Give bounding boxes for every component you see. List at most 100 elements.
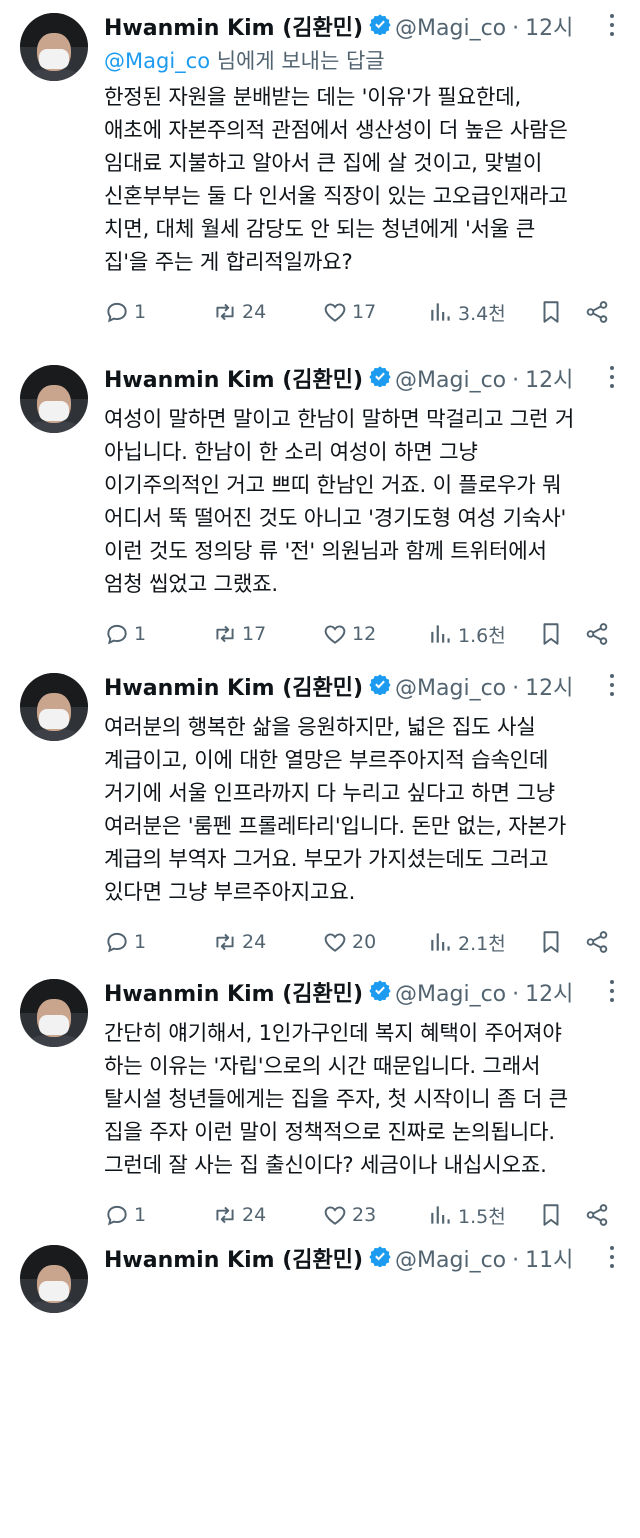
verified-badge-icon bbox=[369, 672, 391, 706]
author-name[interactable]: Hwanmin Kim (김환민) bbox=[104, 676, 363, 701]
bookmark-button[interactable] bbox=[538, 926, 564, 958]
tweet-text-line: 그런데 잘 사는 집 출신이다? 세금이나 내십시오죠. bbox=[104, 1152, 547, 1177]
retweet-button[interactable]: 24 bbox=[212, 296, 266, 328]
author-name[interactable]: Hwanmin Kim (김환민) bbox=[104, 982, 363, 1007]
views-button[interactable]: 3.4천 bbox=[428, 296, 506, 328]
retweet-button[interactable]: 24 bbox=[212, 1199, 266, 1231]
tweet-text-line: 여성이 말하면 말이고 한남이 말하면 막걸리고 그런 거 bbox=[104, 406, 575, 431]
bookmark-icon bbox=[543, 1204, 559, 1226]
avatar[interactable] bbox=[20, 979, 88, 1047]
verified-badge-icon bbox=[369, 674, 391, 696]
retweet-icon bbox=[216, 625, 234, 643]
views-button[interactable]: 2.1천 bbox=[428, 926, 506, 958]
heart-icon bbox=[324, 933, 346, 952]
reply-icon bbox=[107, 1205, 127, 1226]
tweet-text-line: 계급의 부역자 그거요. 부모가 가지셨는데도 그러고 bbox=[104, 846, 549, 871]
reply-button[interactable]: 1 bbox=[104, 926, 146, 958]
more-dot bbox=[610, 998, 614, 1002]
timestamp[interactable]: 12시 bbox=[525, 982, 573, 1007]
retweet-count: 24 bbox=[242, 1204, 267, 1226]
timestamp[interactable]: 12시 bbox=[525, 676, 573, 701]
like-button[interactable]: 23 bbox=[322, 1199, 376, 1231]
separator-dot: · bbox=[512, 368, 520, 393]
share-button[interactable] bbox=[584, 618, 610, 650]
reply-suffix: 님에게 보내는 답글 bbox=[210, 49, 385, 73]
share-button[interactable] bbox=[584, 926, 610, 958]
reply-context: @Magi_co 님에게 보내는 답글 bbox=[104, 46, 385, 76]
reply-mention-link[interactable]: @Magi_co bbox=[104, 49, 210, 73]
more-dot bbox=[610, 1246, 614, 1250]
reply-button[interactable]: 1 bbox=[104, 618, 146, 650]
bookmark-icon bbox=[543, 931, 559, 953]
verified-badge-icon bbox=[369, 366, 391, 388]
tweet-text-line: 한정된 자원을 분배받는 데는 '이유'가 필요한데, bbox=[104, 84, 522, 109]
more-icon[interactable] bbox=[610, 980, 616, 1004]
retweet-button[interactable]: 24 bbox=[212, 926, 266, 958]
tweet[interactable]: Hwanmin Kim (김환민) @Magi_co · 12시여러분의 행복한 삶을… bbox=[0, 660, 640, 966]
views-icon bbox=[431, 1206, 450, 1224]
author-handle[interactable]: @Magi_co bbox=[395, 676, 506, 701]
tweet-header: Hwanmin Kim (김환민) @Magi_co · 12시 bbox=[104, 12, 614, 46]
bookmark-button[interactable] bbox=[538, 1199, 564, 1231]
heart-icon bbox=[324, 1206, 346, 1225]
like-button[interactable]: 20 bbox=[322, 926, 376, 958]
avatar[interactable] bbox=[20, 13, 88, 81]
bookmark-button[interactable] bbox=[538, 618, 564, 650]
views-button[interactable]: 1.6천 bbox=[428, 618, 506, 650]
tweet[interactable]: Hwanmin Kim (김환민) @Magi_co · 12시 @Magi_co 님에… bbox=[0, 0, 640, 325]
bookmark-icon bbox=[543, 623, 559, 645]
action-bar: 1 24 20 2.1천 bbox=[104, 926, 616, 958]
author-name[interactable]: Hwanmin Kim (김환민) bbox=[104, 1248, 363, 1273]
tweet-text-line: 계급이고, 이에 대한 열망은 부르주아지적 습속인데 bbox=[104, 747, 549, 772]
views-button[interactable]: 1.5천 bbox=[428, 1199, 506, 1231]
like-button[interactable]: 12 bbox=[322, 618, 376, 650]
verified-badge-icon bbox=[369, 364, 391, 398]
retweet-icon bbox=[216, 933, 234, 951]
author-handle[interactable]: @Magi_co bbox=[395, 16, 506, 41]
bookmark-button[interactable] bbox=[538, 296, 564, 328]
tweet-text-line: 있다면 그냥 부르주아지고요. bbox=[104, 879, 356, 904]
verified-badge-icon bbox=[369, 14, 391, 36]
tweet-header: Hwanmin Kim (김환민) @Magi_co · 12시 bbox=[104, 364, 614, 398]
timestamp[interactable]: 12시 bbox=[525, 368, 573, 393]
tweet-text-line: 여러분은 '룸펜 프롤레타리'입니다. 돈만 없는, 자본가 bbox=[104, 813, 567, 838]
timestamp[interactable]: 11시 bbox=[525, 1248, 573, 1273]
share-button[interactable] bbox=[584, 296, 610, 328]
avatar[interactable] bbox=[20, 365, 88, 433]
share-button[interactable] bbox=[584, 1199, 610, 1231]
tweet[interactable]: Hwanmin Kim (김환민) @Magi_co · 11시 bbox=[0, 1232, 640, 1538]
more-icon[interactable] bbox=[610, 674, 616, 698]
tweet-text-line: 여러분의 행복한 삶을 응원하지만, 넓은 집도 사실 bbox=[104, 714, 536, 739]
author-handle[interactable]: @Magi_co bbox=[395, 1248, 506, 1273]
timestamp[interactable]: 12시 bbox=[525, 16, 573, 41]
like-button[interactable]: 17 bbox=[322, 296, 376, 328]
tweet[interactable]: Hwanmin Kim (김환민) @Magi_co · 12시여성이 말하면 말이고… bbox=[0, 352, 640, 658]
avatar[interactable] bbox=[20, 1245, 88, 1313]
author-name[interactable]: Hwanmin Kim (김환민) bbox=[104, 16, 363, 41]
more-icon[interactable] bbox=[610, 1246, 616, 1270]
reply-button[interactable]: 1 bbox=[104, 296, 146, 328]
author-handle[interactable]: @Magi_co bbox=[395, 368, 506, 393]
more-icon[interactable] bbox=[610, 366, 616, 390]
more-dot bbox=[610, 23, 614, 27]
author-handle[interactable]: @Magi_co bbox=[395, 982, 506, 1007]
tweet-text-line: 집'을 주는 게 합리적일까요? bbox=[104, 249, 353, 274]
retweet-button[interactable]: 17 bbox=[212, 618, 266, 650]
like-count: 23 bbox=[352, 1204, 377, 1226]
verified-badge-icon bbox=[369, 978, 391, 1012]
tweet-text: 여러분의 행복한 삶을 응원하지만, 넓은 집도 사실계급이고, 이에 대한 열… bbox=[104, 710, 624, 908]
views-count: 2.1천 bbox=[458, 932, 506, 955]
more-icon[interactable] bbox=[610, 14, 616, 38]
views-icon bbox=[431, 303, 450, 321]
bookmark-icon bbox=[543, 301, 559, 323]
like-count: 20 bbox=[352, 931, 377, 953]
share-icon bbox=[586, 931, 608, 953]
author-name[interactable]: Hwanmin Kim (김환민) bbox=[104, 368, 363, 393]
separator-dot: · bbox=[512, 676, 520, 701]
tweet[interactable]: Hwanmin Kim (김환민) @Magi_co · 12시 간단히 얘기해서, 1… bbox=[0, 966, 640, 1272]
avatar[interactable] bbox=[20, 673, 88, 741]
reply-button[interactable]: 1 bbox=[104, 1199, 146, 1231]
avatar-mask bbox=[39, 1281, 69, 1301]
more-dot bbox=[610, 674, 614, 678]
separator-dot: · bbox=[512, 1248, 520, 1273]
